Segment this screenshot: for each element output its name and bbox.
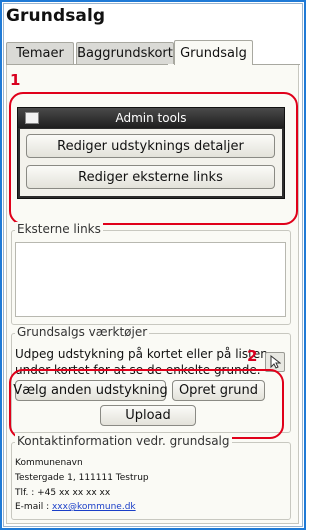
choose-subdivision-button[interactable]: Vælg anden udstykning <box>13 380 168 401</box>
tab-divider <box>253 64 300 65</box>
collapse-toggle-icon[interactable] <box>25 112 39 124</box>
contact-email-row: E-mail : xxx@kommune.dk <box>15 502 136 512</box>
edit-details-button[interactable]: Rediger udstyknings detaljer <box>26 134 275 158</box>
contact-phone: Tlf. : +45 xx xx xx xx <box>15 488 111 498</box>
external-links-legend: Eksterne links <box>15 222 103 236</box>
tools-legend: Grundsalgs værktøjer <box>15 325 150 339</box>
tab-bar: Temaer Baggrundskort Grundsalg <box>6 40 300 65</box>
contact-name: Kommunenavn <box>15 458 83 468</box>
tab-divider <box>6 64 168 65</box>
pointer-arrow-icon <box>270 355 281 369</box>
external-links-list[interactable] <box>15 242 286 317</box>
contact-address: Testergade 1, 111111 Testrup <box>15 473 149 483</box>
contact-email-label: E-mail : <box>15 502 52 512</box>
tab-label: Temaer <box>16 46 64 61</box>
admin-tools-title: Admin tools <box>115 111 187 125</box>
annotation-marker-1: 1 <box>10 71 21 89</box>
tools-description-line-1: Udpeg udstykning på kortet eller på list… <box>15 347 268 361</box>
tab-label: Baggrundskort <box>77 46 173 61</box>
tab-baggrundskort[interactable]: Baggrundskort <box>76 42 174 64</box>
contact-legend: Kontaktinformation vedr. grundsalg <box>15 434 232 448</box>
upload-button[interactable]: Upload <box>100 405 196 426</box>
create-plot-button[interactable]: Opret grund <box>172 380 265 401</box>
window-title: Grundsalg <box>6 6 106 26</box>
admin-tools-header[interactable]: Admin tools <box>18 108 284 128</box>
contact-email-link[interactable]: xxx@kommune.dk <box>52 502 136 512</box>
edit-links-button[interactable]: Rediger eksterne links <box>26 165 275 189</box>
annotation-marker-2: 2 <box>247 347 258 365</box>
tab-temaer[interactable]: Temaer <box>6 42 74 64</box>
tab-label: Grundsalg <box>180 45 247 61</box>
tab-grundsalg[interactable]: Grundsalg <box>174 40 253 65</box>
